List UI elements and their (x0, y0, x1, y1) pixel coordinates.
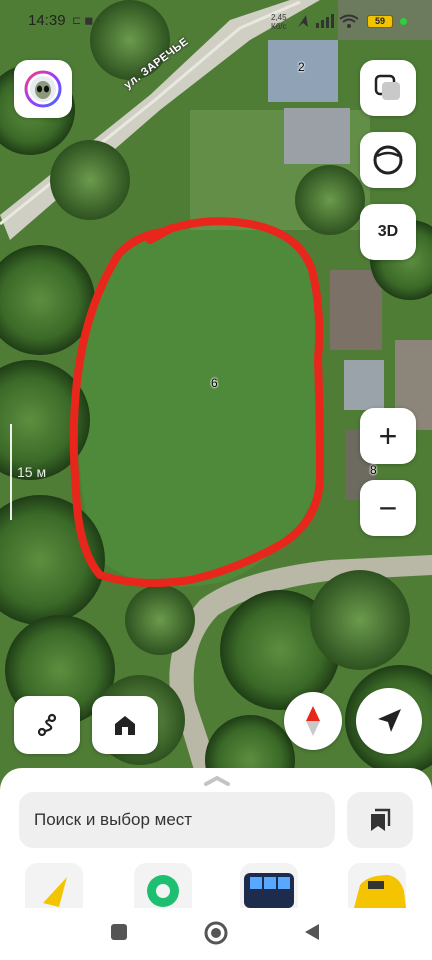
bottom-sheet[interactable]: Поиск и выбор мест (0, 768, 432, 908)
system-navigation-bar (0, 908, 432, 960)
my-location-button[interactable] (356, 688, 422, 754)
back-icon[interactable] (303, 922, 321, 942)
home-icon (115, 716, 135, 735)
status-icons (296, 13, 364, 34)
compass-icon (306, 706, 320, 736)
transport-icon (244, 873, 294, 908)
route-button[interactable] (14, 696, 80, 754)
bookmarks-button[interactable] (347, 792, 413, 848)
panorama-icon (373, 145, 403, 175)
bookmarks-icon (371, 808, 391, 831)
notification-icons: ⊏ ◼ · (72, 15, 101, 27)
network-speed: 2,45 Кб/с (271, 13, 287, 31)
layers-icon (374, 74, 400, 100)
location-icon (298, 15, 308, 27)
shortcut-tile-2[interactable] (134, 863, 192, 908)
scale-label: 15 м (17, 464, 47, 480)
satellite-map[interactable]: ул. ЗАРЕЧЬЕ 2 6 8 15 м (0, 0, 432, 790)
battery-indicator: 59 (367, 15, 393, 28)
satellite-imagery (0, 0, 432, 790)
network-speed-unit: Кб/с (271, 22, 287, 31)
zoom-out-button[interactable]: − (360, 480, 416, 536)
house-number-8: 8 (370, 463, 377, 477)
layers-button[interactable] (360, 60, 416, 116)
privacy-dot (400, 18, 407, 25)
status-bar: 14:39 ⊏ ◼ · 2,45 Кб/с 59 (0, 0, 432, 40)
panorama-button[interactable] (360, 132, 416, 188)
house-number-2: 2 (298, 60, 305, 74)
recents-icon[interactable] (111, 924, 127, 940)
network-speed-value: 2,45 (271, 13, 287, 22)
shortcut-tile-3[interactable] (240, 863, 298, 908)
alien-avatar-icon (24, 70, 62, 108)
shortcut-tile-1[interactable] (25, 863, 83, 908)
home-button[interactable] (92, 696, 158, 754)
shortcut-tile-4[interactable] (348, 863, 406, 908)
scale-bar (10, 424, 12, 520)
house-number-6: 6 (211, 376, 218, 390)
sheet-handle-icon[interactable] (203, 774, 231, 786)
navigator-icon (43, 877, 67, 907)
status-time: 14:39 (28, 12, 66, 29)
taxi-icon (354, 875, 406, 908)
location-arrow-icon (378, 709, 401, 732)
zoom-in-button[interactable]: + (360, 408, 416, 464)
profile-button[interactable] (14, 60, 72, 118)
scooter-icon (147, 875, 179, 907)
compass-button[interactable] (284, 692, 342, 750)
signal-icon (316, 14, 334, 28)
search-input[interactable]: Поиск и выбор мест (19, 792, 335, 848)
3d-mode-button[interactable]: 3D (360, 204, 416, 260)
route-icon (37, 713, 57, 737)
home-circle-icon[interactable] (203, 920, 229, 946)
wifi-icon (339, 14, 359, 28)
